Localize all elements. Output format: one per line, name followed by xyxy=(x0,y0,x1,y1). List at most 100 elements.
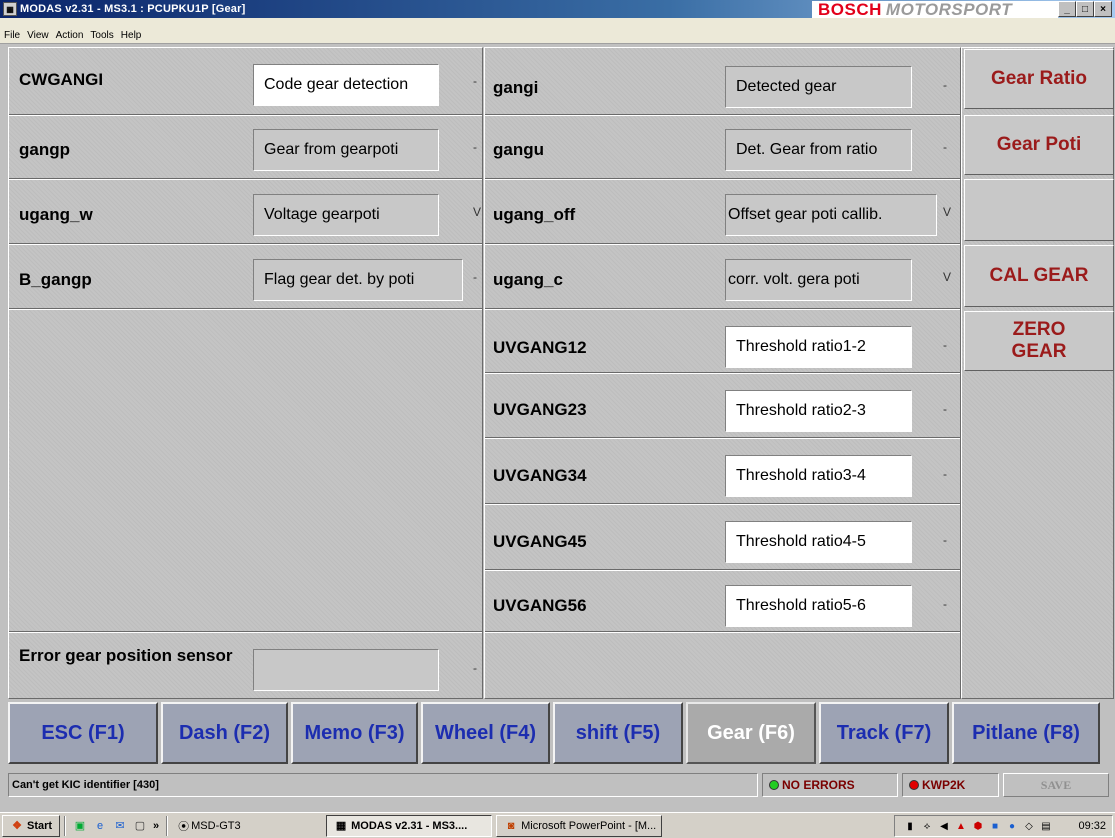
zero-gear-button[interactable]: ZERO GEAR xyxy=(964,311,1114,371)
taskbar-msd-gt3[interactable]: ⦿ MSD-GT3 xyxy=(172,814,243,837)
update-icon[interactable]: ● xyxy=(1005,819,1019,833)
connection-icon[interactable]: ◇ xyxy=(1022,819,1036,833)
gear-poti-button[interactable]: Gear Poti xyxy=(964,115,1114,175)
wheel-f4-button[interactable]: Wheel (F4) xyxy=(421,702,550,764)
unit-uvgang34: - xyxy=(943,467,947,481)
field-gangi: Detected gear xyxy=(725,66,912,108)
function-key-bar: ESC (F1) Dash (F2) Memo (F3) Wheel (F4) … xyxy=(8,702,1108,764)
main-area: CWGANGI Code gear detection - gangp Gear… xyxy=(8,47,1114,699)
field-b-gangp: Flag gear det. by poti xyxy=(253,259,463,301)
label-gangu: gangu xyxy=(493,140,544,159)
divider xyxy=(9,631,482,633)
divider xyxy=(485,437,960,439)
unit-ugang-w: V xyxy=(473,205,482,219)
save-button[interactable]: SAVE xyxy=(1003,773,1109,797)
menu-file[interactable]: File xyxy=(4,31,20,41)
bosch-motorsport-logo: BOSCH MOTORSPORT xyxy=(812,0,1058,19)
menu-bar: File View Action Tools Help xyxy=(0,18,1115,44)
label-error-gear-position: Error gear position sensor xyxy=(19,646,233,665)
track-f7-button[interactable]: Track (F7) xyxy=(819,702,949,764)
taskbar-powerpoint[interactable]: ◙ Microsoft PowerPoint - [M... xyxy=(496,814,663,837)
unit-uvgang45: - xyxy=(943,533,947,547)
volume-icon[interactable]: ▮ xyxy=(903,819,917,833)
media-icon[interactable]: ▢ xyxy=(132,818,148,834)
field-uvgang34[interactable]: Threshold ratio3-4 xyxy=(725,455,912,497)
field-uvgang56[interactable]: Threshold ratio5-6 xyxy=(725,585,912,627)
empty-button[interactable] xyxy=(964,179,1114,241)
unit-error-gear-position: - xyxy=(473,661,477,675)
taskbar-separator xyxy=(166,815,169,836)
divider xyxy=(485,243,960,245)
maximize-button[interactable]: □ xyxy=(1076,1,1094,17)
divider xyxy=(9,308,482,310)
memo-f3-button[interactable]: Memo (F3) xyxy=(291,702,418,764)
menu-help[interactable]: Help xyxy=(121,31,142,41)
unit-b-gangp: - xyxy=(473,270,477,284)
close-button[interactable]: × xyxy=(1094,1,1112,17)
divider xyxy=(485,503,960,505)
window-controls: _ □ × xyxy=(1058,1,1112,17)
gear-ratio-button[interactable]: Gear Ratio xyxy=(964,49,1114,109)
start-label: Start xyxy=(27,819,53,832)
modas-app-icon: ▦ xyxy=(335,820,347,832)
field-uvgang12[interactable]: Threshold ratio1-2 xyxy=(725,326,912,368)
esc-f1-button[interactable]: ESC (F1) xyxy=(8,702,158,764)
unit-ugang-c: V xyxy=(943,270,952,284)
outlook-icon[interactable]: ✉ xyxy=(112,818,128,834)
kwp-label: KWP2K xyxy=(922,778,966,792)
left-panel: CWGANGI Code gear detection - gangp Gear… xyxy=(8,47,483,699)
printer-icon[interactable]: ▤ xyxy=(1039,819,1053,833)
menu-tools[interactable]: Tools xyxy=(90,31,113,41)
dash-f2-button[interactable]: Dash (F2) xyxy=(161,702,288,764)
taskbar-modas[interactable]: ▦ MODAS v2.31 - MS3.... xyxy=(326,814,493,837)
powerpoint-icon: ◙ xyxy=(507,819,515,832)
unit-uvgang23: - xyxy=(943,402,947,416)
windows-logo-icon: ❖ xyxy=(12,820,22,832)
label-ugang-c: ugang_c xyxy=(493,270,563,289)
network-icon[interactable]: ⟡ xyxy=(920,819,934,833)
msd-label: MSD-GT3 xyxy=(191,819,241,832)
pitlane-f8-button[interactable]: Pitlane (F8) xyxy=(952,702,1100,764)
field-uvgang45[interactable]: Threshold ratio4-5 xyxy=(725,521,912,563)
modas-label: MODAS v2.31 - MS3.... xyxy=(351,819,468,832)
desktop-icon[interactable]: ▣ xyxy=(72,818,88,834)
start-button[interactable]: ❖ Start xyxy=(2,814,60,837)
menu-action[interactable]: Action xyxy=(56,31,84,41)
label-uvgang12: UVGANG12 xyxy=(493,338,587,357)
ie-icon[interactable]: e xyxy=(92,818,108,834)
label-uvgang45: UVGANG45 xyxy=(493,532,587,551)
system-tray: ▮ ⟡ ◀ ▲ ⬢ ■ ● ◇ ▤ 09:32 xyxy=(894,815,1113,837)
gear-f6-button[interactable]: Gear (F6) xyxy=(686,702,816,764)
field-ugang-off: Offset gear poti callib. xyxy=(725,194,937,236)
app-icon[interactable]: ▦ xyxy=(3,2,17,16)
ok-status-icon xyxy=(769,780,779,790)
language-icon[interactable]: ■ xyxy=(988,819,1002,833)
minimize-button[interactable]: _ xyxy=(1058,1,1076,17)
field-cwgangi[interactable]: Code gear detection xyxy=(253,64,439,106)
shift-f5-button[interactable]: shift (F5) xyxy=(553,702,683,764)
sound-icon[interactable]: ◀ xyxy=(937,819,951,833)
cal-gear-button[interactable]: CAL GEAR xyxy=(964,245,1114,307)
ati-icon[interactable]: ▲ xyxy=(954,819,968,833)
taskbar-separator xyxy=(64,815,66,836)
brand-sub: MOTORSPORT xyxy=(885,0,1013,19)
security-icon[interactable]: ⬢ xyxy=(971,819,985,833)
menu-view[interactable]: View xyxy=(27,31,49,41)
label-ugang-w: ugang_w xyxy=(19,205,93,224)
brand-main: BOSCH xyxy=(818,0,882,19)
field-uvgang23[interactable]: Threshold ratio2-3 xyxy=(725,390,912,432)
unit-gangu: - xyxy=(943,140,947,154)
clock: 09:32 xyxy=(1078,820,1106,832)
label-cwgangi: CWGANGI xyxy=(19,70,104,89)
field-gangu: Det. Gear from ratio xyxy=(725,129,912,171)
kwp-indicator: KWP2K xyxy=(902,773,999,797)
divider xyxy=(9,178,482,180)
msd-app-icon: ⦿ xyxy=(178,820,190,833)
quicklaunch-chevron[interactable]: » xyxy=(153,820,159,832)
unit-cwgangi: - xyxy=(473,74,477,88)
ppt-label: Microsoft PowerPoint - [M... xyxy=(521,819,657,832)
no-errors-label: NO ERRORS xyxy=(782,778,855,792)
status-bar: Can't get KIC identifier [430] NO ERRORS… xyxy=(0,771,1115,801)
label-uvgang56: UVGANG56 xyxy=(493,596,587,615)
field-ugang-w: Voltage gearpoti xyxy=(253,194,439,236)
